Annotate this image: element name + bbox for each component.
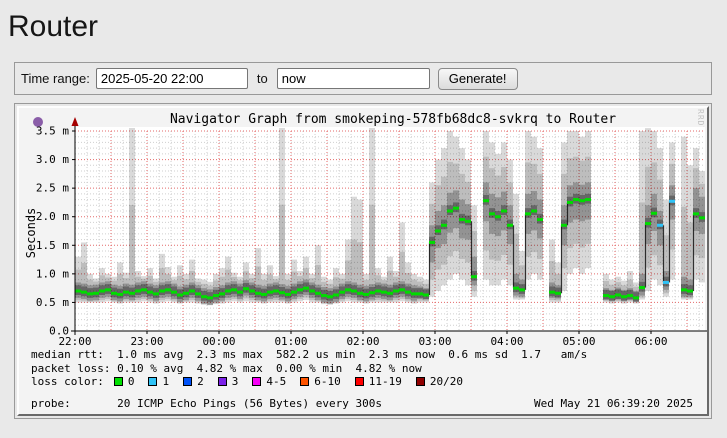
svg-text:02:00: 02:00 — [346, 335, 379, 348]
svg-text:2.5 m: 2.5 m — [36, 182, 69, 195]
svg-text:06:00: 06:00 — [634, 335, 667, 348]
graph-panel: Navigator Graph from smokeping-578fb68dc… — [14, 103, 712, 419]
loss-legend-item: 3 — [218, 375, 239, 388]
generated-timestamp: Wed May 21 06:39:20 2025 — [534, 397, 693, 410]
loss-color-label: loss color: — [31, 375, 104, 388]
loss-color-swatch — [252, 377, 261, 386]
loss-color-swatch — [183, 377, 192, 386]
loss-color-legend: loss color: 01 2 3 4-5 6-10 11-19 20/20 — [31, 375, 707, 388]
loss-color-swatch — [355, 377, 364, 386]
time-range-form: Time range: to Generate! — [14, 62, 712, 95]
svg-text:3.5 m: 3.5 m — [36, 124, 69, 137]
loss-color-swatch — [416, 377, 425, 386]
loss-legend-item: 2 — [183, 375, 204, 388]
loss-legend-item: 0 — [114, 375, 135, 388]
probe-line: probe: 20 ICMP Echo Pings (56 Bytes) eve… — [31, 397, 707, 410]
svg-text:05:00: 05:00 — [562, 335, 595, 348]
time-range-label: Time range: — [21, 71, 90, 86]
loss-legend-item: 20/20 — [416, 375, 463, 388]
svg-text:2.0 m: 2.0 m — [36, 210, 69, 223]
loss-legend-item: 1 — [148, 375, 169, 388]
svg-text:0.0: 0.0 — [49, 325, 69, 338]
svg-text:23:00: 23:00 — [130, 335, 163, 348]
loss-color-swatch — [300, 377, 309, 386]
svg-text:1.5 m: 1.5 m — [36, 239, 69, 252]
smokeping-graph-image: Navigator Graph from smokeping-578fb68dc… — [17, 106, 709, 416]
page: Router Time range: to Generate! Navigato… — [0, 0, 727, 427]
generate-button[interactable]: Generate! — [438, 68, 518, 90]
loss-legend-item: 11-19 — [355, 375, 402, 388]
to-label: to — [257, 71, 268, 86]
loss-color-items: 01 2 3 4-5 6-10 11-19 20/20 — [114, 375, 477, 388]
loss-color-swatch — [114, 377, 123, 386]
end-time-input[interactable] — [277, 68, 430, 89]
svg-text:04:00: 04:00 — [490, 335, 523, 348]
svg-text:3.0 m: 3.0 m — [36, 153, 69, 166]
svg-text:03:00: 03:00 — [418, 335, 451, 348]
median-rtt-stats: median rtt: 1.0 ms avg 2.3 ms max 582.2 … — [31, 348, 707, 361]
page-title: Router — [8, 10, 719, 44]
loss-legend-item: 6-10 — [300, 375, 341, 388]
loss-legend-item: 4-5 — [252, 375, 286, 388]
svg-text:1.0 m: 1.0 m — [36, 267, 69, 280]
loss-color-swatch — [218, 377, 227, 386]
latency-chart[interactable]: 22:0023:0000:0001:0002:0003:0004:0005:00… — [31, 114, 709, 350]
svg-text:00:00: 00:00 — [202, 335, 235, 348]
start-time-input[interactable] — [96, 68, 248, 89]
probe-text: probe: 20 ICMP Echo Pings (56 Bytes) eve… — [31, 397, 382, 410]
svg-text:01:00: 01:00 — [274, 335, 307, 348]
packet-loss-stats: packet loss: 0.10 % avg 4.82 % max 0.00 … — [31, 362, 707, 375]
svg-text:0.5 m: 0.5 m — [36, 296, 69, 309]
loss-color-swatch — [148, 377, 157, 386]
